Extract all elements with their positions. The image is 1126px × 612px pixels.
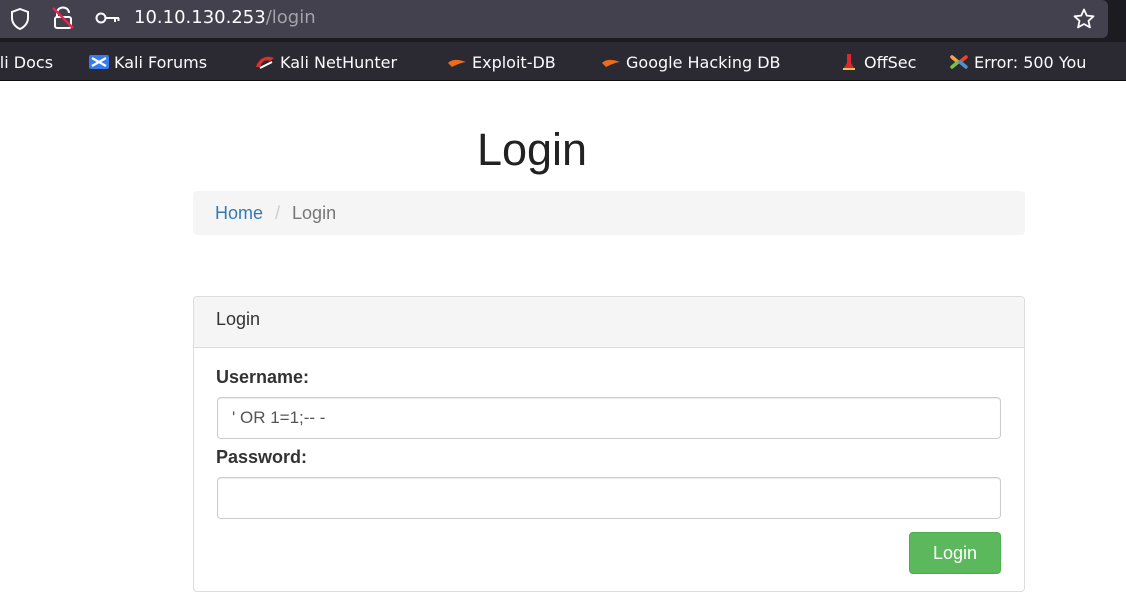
username-label: Username: (216, 367, 310, 387)
bookmark-label: Google Hacking DB (626, 52, 781, 72)
bookmark-exploit-db[interactable]: Exploit-DB (446, 51, 556, 73)
bookmarks-bar: ali Docs Kali Forums Kali NetHunter Expl… (0, 42, 1126, 80)
kali-nethunter-icon (254, 53, 274, 71)
bookmark-label: Kali NetHunter (280, 52, 398, 72)
bookmark-kali-nethunter[interactable]: Kali NetHunter (254, 51, 397, 73)
joomla-icon (948, 53, 968, 71)
star-icon[interactable] (1072, 7, 1096, 31)
page-title: Login (476, 124, 588, 175)
breadcrumb-separator: / (275, 202, 281, 223)
username-input[interactable] (217, 397, 1001, 439)
url-host: 10.10.130.253 (134, 7, 266, 28)
bookmark-label: Exploit-DB (472, 52, 556, 72)
panel-heading: Login (194, 297, 1024, 348)
bookmark-kali-forums[interactable]: Kali Forums (88, 51, 207, 73)
login-button[interactable]: Login (909, 532, 1001, 574)
url-path: /login (265, 7, 316, 28)
bookmark-label: OffSec (864, 52, 917, 72)
kali-forums-icon (88, 53, 109, 71)
url-text[interactable]: 10.10.130.253/login (134, 7, 316, 28)
bookmark-kali-docs[interactable]: ali Docs (0, 51, 53, 73)
bookmark-google-hacking-db[interactable]: Google Hacking DB (600, 51, 781, 73)
browser-toolbar: 10.10.130.253/login (0, 0, 1126, 42)
bookmark-label: Error: 500 You (974, 52, 1087, 72)
password-label: Password: (216, 447, 308, 467)
bookmark-offsec[interactable]: OffSec (838, 51, 916, 73)
key-icon[interactable] (95, 10, 121, 26)
password-input[interactable] (217, 477, 1001, 519)
offsec-icon (838, 53, 858, 71)
login-panel: Login Username: Password: Login (193, 296, 1025, 592)
breadcrumb: Home / Login (193, 191, 1025, 235)
shield-icon[interactable] (10, 8, 30, 30)
bookmark-error-500[interactable]: Error: 500 You (948, 51, 1086, 73)
google-hacking-db-icon (600, 53, 620, 71)
bookmark-label: ali Docs (0, 52, 54, 72)
chrome-divider (0, 80, 1126, 81)
insecure-connection-icon[interactable] (52, 6, 74, 30)
address-bar[interactable]: 10.10.130.253/login (0, 0, 1108, 38)
breadcrumb-home-link[interactable]: Home (215, 203, 263, 224)
exploit-db-icon (446, 53, 466, 71)
bookmark-label: Kali Forums (114, 52, 208, 72)
breadcrumb-current: Login (292, 202, 337, 223)
